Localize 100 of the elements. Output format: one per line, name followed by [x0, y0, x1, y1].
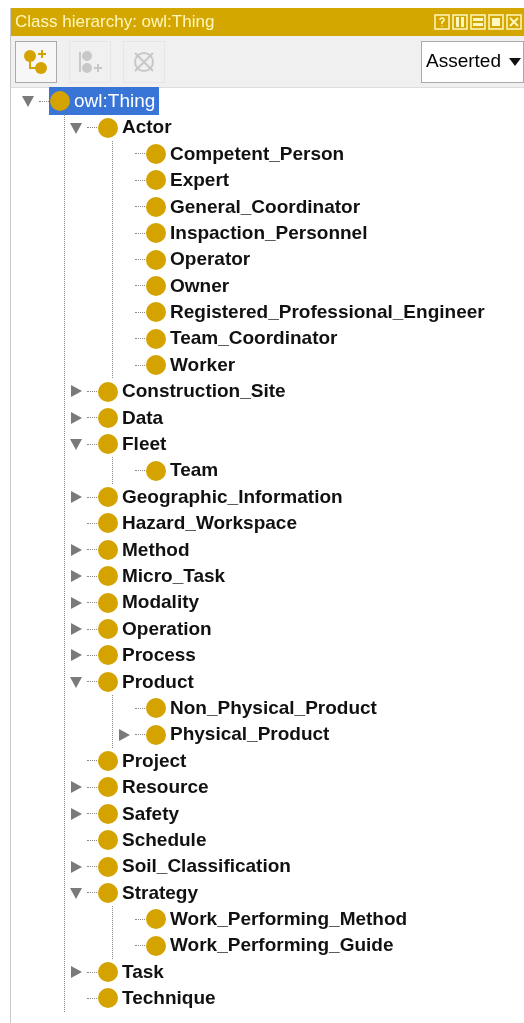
class-label: Project — [122, 748, 187, 773]
tree-item[interactable]: Technique — [97, 984, 220, 1013]
class-label: Expert — [170, 168, 230, 193]
tree-item[interactable]: Expert — [145, 166, 234, 195]
collapsed-arrow-icon[interactable] — [69, 965, 83, 980]
class-label: Physical_Product — [170, 722, 330, 747]
tree-item[interactable]: Construction_Site — [97, 377, 290, 406]
tree-item[interactable]: Resource — [97, 773, 213, 802]
tree-item[interactable]: Method — [97, 535, 194, 565]
class-label: Fleet — [122, 432, 167, 457]
collapsed-arrow-icon[interactable] — [69, 542, 83, 557]
tree-item[interactable]: Micro_Task — [97, 562, 230, 591]
tree-item[interactable]: Work_Performing_Guide — [145, 931, 398, 960]
class-circle-icon — [97, 433, 119, 456]
class-label: Competent_Person — [170, 141, 345, 166]
class-circle-icon — [97, 776, 119, 799]
class-label: Strategy — [122, 880, 199, 905]
class-label: Work_Performing_Method — [170, 907, 408, 932]
tree-item[interactable]: Geographic_Information — [97, 482, 347, 512]
expanded-arrow-icon[interactable] — [69, 437, 83, 452]
class-label: owl:Thing — [74, 88, 156, 113]
class-label: Safety — [122, 801, 180, 826]
collapsed-arrow-icon[interactable] — [69, 648, 83, 663]
class-label: Hazard_Workspace — [122, 511, 297, 536]
class-circle-icon — [145, 934, 167, 957]
class-circle-icon — [97, 512, 119, 535]
class-label: Operator — [170, 247, 251, 272]
class-label: Worker — [170, 352, 236, 377]
tree-item[interactable]: Fleet — [97, 430, 171, 459]
class-circle-icon — [97, 406, 119, 429]
collapsed-arrow-icon[interactable] — [69, 410, 83, 425]
tree-item[interactable]: Operator — [145, 245, 255, 274]
class-circle-icon — [97, 855, 119, 878]
tree-item[interactable]: Owner — [145, 271, 234, 301]
class-circle-icon — [145, 248, 167, 271]
class-circle-icon — [97, 644, 119, 667]
tree-item[interactable]: Team_Coordinator — [145, 324, 342, 353]
tree-item[interactable]: Worker — [145, 350, 240, 380]
tree-item[interactable]: Inspaction_Personnel — [145, 218, 372, 248]
class-circle-icon — [97, 749, 119, 772]
collapsed-arrow-icon[interactable] — [69, 859, 83, 874]
class-label: Schedule — [122, 827, 207, 852]
tree-item[interactable]: General_Coordinator — [145, 192, 365, 221]
class-circle-icon — [97, 618, 119, 640]
class-circle-icon — [145, 274, 167, 297]
tree-item[interactable]: Schedule — [97, 825, 211, 855]
collapsed-arrow-icon[interactable] — [69, 595, 83, 610]
tree-item[interactable]: Registered_Professional_Engineer — [145, 298, 489, 327]
tree-item[interactable]: Work_Performing_Method — [145, 905, 412, 934]
add-subclass-button[interactable] — [15, 40, 57, 83]
tree-item[interactable]: Hazard_Workspace — [97, 509, 301, 538]
collapsed-arrow-icon[interactable] — [69, 622, 83, 636]
class-label: Team — [170, 458, 219, 483]
tree-item[interactable]: Competent_Person — [145, 139, 349, 169]
collapsed-arrow-icon[interactable] — [69, 780, 83, 795]
tree-item[interactable]: Data — [97, 403, 168, 433]
class-circle-icon — [145, 222, 167, 245]
collapsed-arrow-icon[interactable] — [117, 727, 131, 742]
class-label: Micro_Task — [122, 564, 226, 588]
class-label: Soil_Classification — [122, 854, 291, 879]
class-circle-icon — [97, 670, 119, 693]
class-label: Technique — [122, 986, 216, 1011]
dropdown-caret-icon — [509, 56, 521, 67]
expanded-arrow-icon[interactable] — [69, 885, 83, 900]
tree-item[interactable]: Operation — [97, 614, 216, 644]
class-label: Owner — [170, 273, 230, 298]
tree-item[interactable]: Strategy — [97, 878, 203, 908]
class-circle-icon — [97, 538, 119, 561]
tree-item[interactable]: Task — [97, 957, 168, 987]
class-circle-icon — [97, 486, 119, 509]
class-circle-icon — [145, 908, 167, 931]
window-title: Class hierarchy: owl:Thing — [15, 11, 215, 34]
tree-item[interactable]: Physical_Product — [145, 720, 334, 749]
tree-item[interactable]: owl:Thing — [49, 86, 160, 116]
class-label: Work_Performing_Guide — [170, 933, 394, 958]
class-circle-icon — [49, 90, 71, 113]
tree-item[interactable]: Project — [97, 746, 191, 776]
tree-item[interactable]: Team — [145, 456, 223, 485]
expanded-arrow-icon[interactable] — [69, 120, 83, 135]
class-label: Geographic_Information — [122, 484, 343, 509]
class-label: General_Coordinator — [170, 194, 361, 219]
tree-item[interactable]: Modality — [97, 588, 204, 617]
class-circle-icon — [97, 802, 119, 825]
class-circle-icon — [97, 881, 119, 904]
collapsed-arrow-icon[interactable] — [69, 384, 83, 399]
tree-item[interactable]: Safety — [97, 799, 184, 828]
collapsed-arrow-icon[interactable] — [69, 806, 83, 821]
class-label: Non_Physical_Product — [170, 695, 377, 720]
class-circle-icon — [97, 591, 119, 614]
class-circle-icon — [97, 987, 119, 1010]
tree-item[interactable]: Soil_Classification — [97, 852, 295, 881]
tree-item[interactable]: Process — [97, 641, 200, 670]
class-label: Modality — [122, 590, 200, 615]
view-dropdown[interactable]: Asserted — [421, 40, 524, 83]
expanded-arrow-icon[interactable] — [21, 94, 35, 109]
class-label: Operation — [122, 616, 212, 641]
expanded-arrow-icon[interactable] — [69, 674, 83, 689]
tree-item[interactable]: Actor — [97, 113, 176, 142]
collapsed-arrow-icon[interactable] — [69, 490, 83, 505]
collapsed-arrow-icon[interactable] — [69, 569, 83, 584]
